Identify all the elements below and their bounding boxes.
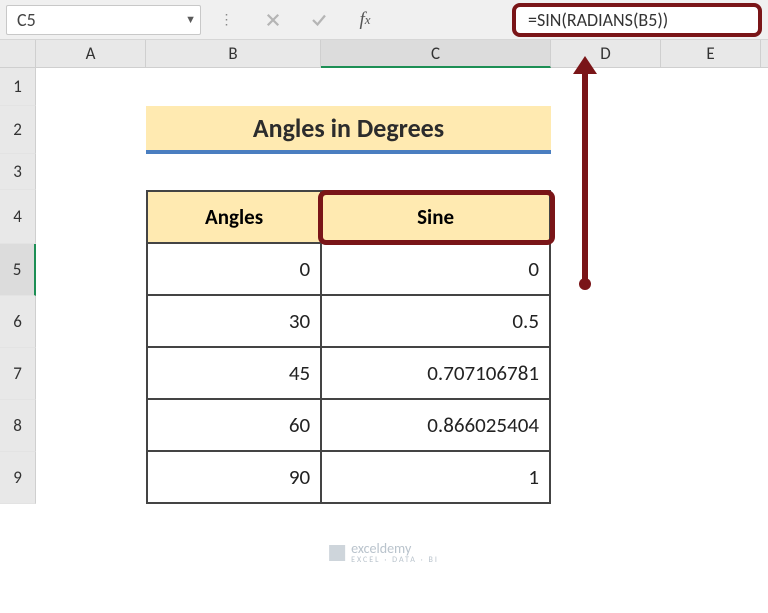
column-headers: A B C D E xyxy=(0,40,768,68)
cell-angle[interactable]: 30 xyxy=(147,295,321,347)
watermark-tag: EXCEL · DATA · BI xyxy=(351,555,439,565)
row-header-5[interactable]: 5 xyxy=(0,244,36,296)
data-table: Angles Sine 0 0 30 0.5 45 0.707106781 60 xyxy=(146,190,551,504)
row-header-8[interactable]: 8 xyxy=(0,400,36,452)
annotation-arrow xyxy=(582,68,588,284)
name-box[interactable]: C5 ▼ xyxy=(6,5,201,35)
cell-sine[interactable]: 1 xyxy=(321,451,550,503)
chevron-down-icon[interactable]: ▼ xyxy=(185,13,196,26)
formula-bar-row: C5 ▼ ⋮ fx =SIN(RADIANS(B5)) xyxy=(0,0,768,40)
spreadsheet-grid: A B C D E 1 2 3 4 5 6 7 8 9 Angles in De… xyxy=(0,40,768,504)
row-header-3[interactable]: 3 xyxy=(0,154,36,190)
table-row: 60 0.866025404 xyxy=(147,399,550,451)
formula-input[interactable]: =SIN(RADIANS(B5)) xyxy=(512,3,762,37)
row-header-7[interactable]: 7 xyxy=(0,348,36,400)
watermark-logo-icon xyxy=(329,545,345,561)
cell-angle[interactable]: 60 xyxy=(147,399,321,451)
table-header-row: Angles Sine xyxy=(147,191,550,243)
header-sine: Sine xyxy=(321,191,550,243)
row-headers: 1 2 3 4 5 6 7 8 9 xyxy=(0,68,36,504)
col-header-e[interactable]: E xyxy=(661,40,761,67)
formula-text: =SIN(RADIANS(B5)) xyxy=(528,9,668,31)
select-all-corner[interactable] xyxy=(0,40,36,67)
sheet-title: Angles in Degrees xyxy=(146,106,551,154)
cell-sine[interactable]: 0.707106781 xyxy=(321,347,550,399)
cells-area[interactable]: Angles in Degrees Angles Sine 0 0 30 0.5… xyxy=(36,68,768,504)
table-row: 90 1 xyxy=(147,451,550,503)
row-header-4[interactable]: 4 xyxy=(0,190,36,244)
watermark: exceldemy EXCEL · DATA · BI xyxy=(329,540,439,565)
cell-sine[interactable]: 0.866025404 xyxy=(321,399,550,451)
header-angles: Angles xyxy=(147,191,321,243)
table-row: 0 0 xyxy=(147,243,550,295)
more-icon[interactable]: ⋮ xyxy=(207,5,247,35)
col-header-d[interactable]: D xyxy=(551,40,661,67)
cell-angle[interactable]: 90 xyxy=(147,451,321,503)
cancel-icon[interactable] xyxy=(253,5,293,35)
table-row: 30 0.5 xyxy=(147,295,550,347)
row-header-2[interactable]: 2 xyxy=(0,106,36,154)
cell-angle[interactable]: 0 xyxy=(147,243,321,295)
col-header-a[interactable]: A xyxy=(36,40,146,67)
cell-sine[interactable]: 0.5 xyxy=(321,295,550,347)
cell-angle[interactable]: 45 xyxy=(147,347,321,399)
name-box-value: C5 xyxy=(17,9,36,31)
enter-icon[interactable] xyxy=(299,5,339,35)
fx-icon[interactable]: fx xyxy=(345,5,385,35)
col-header-b[interactable]: B xyxy=(146,40,321,67)
col-header-c[interactable]: C xyxy=(321,40,551,68)
row-header-1[interactable]: 1 xyxy=(0,68,36,106)
row-header-6[interactable]: 6 xyxy=(0,296,36,348)
row-header-9[interactable]: 9 xyxy=(0,452,36,504)
annotation-arrow-tail xyxy=(579,278,591,290)
cell-sine[interactable]: 0 xyxy=(321,243,550,295)
table-row: 45 0.707106781 xyxy=(147,347,550,399)
